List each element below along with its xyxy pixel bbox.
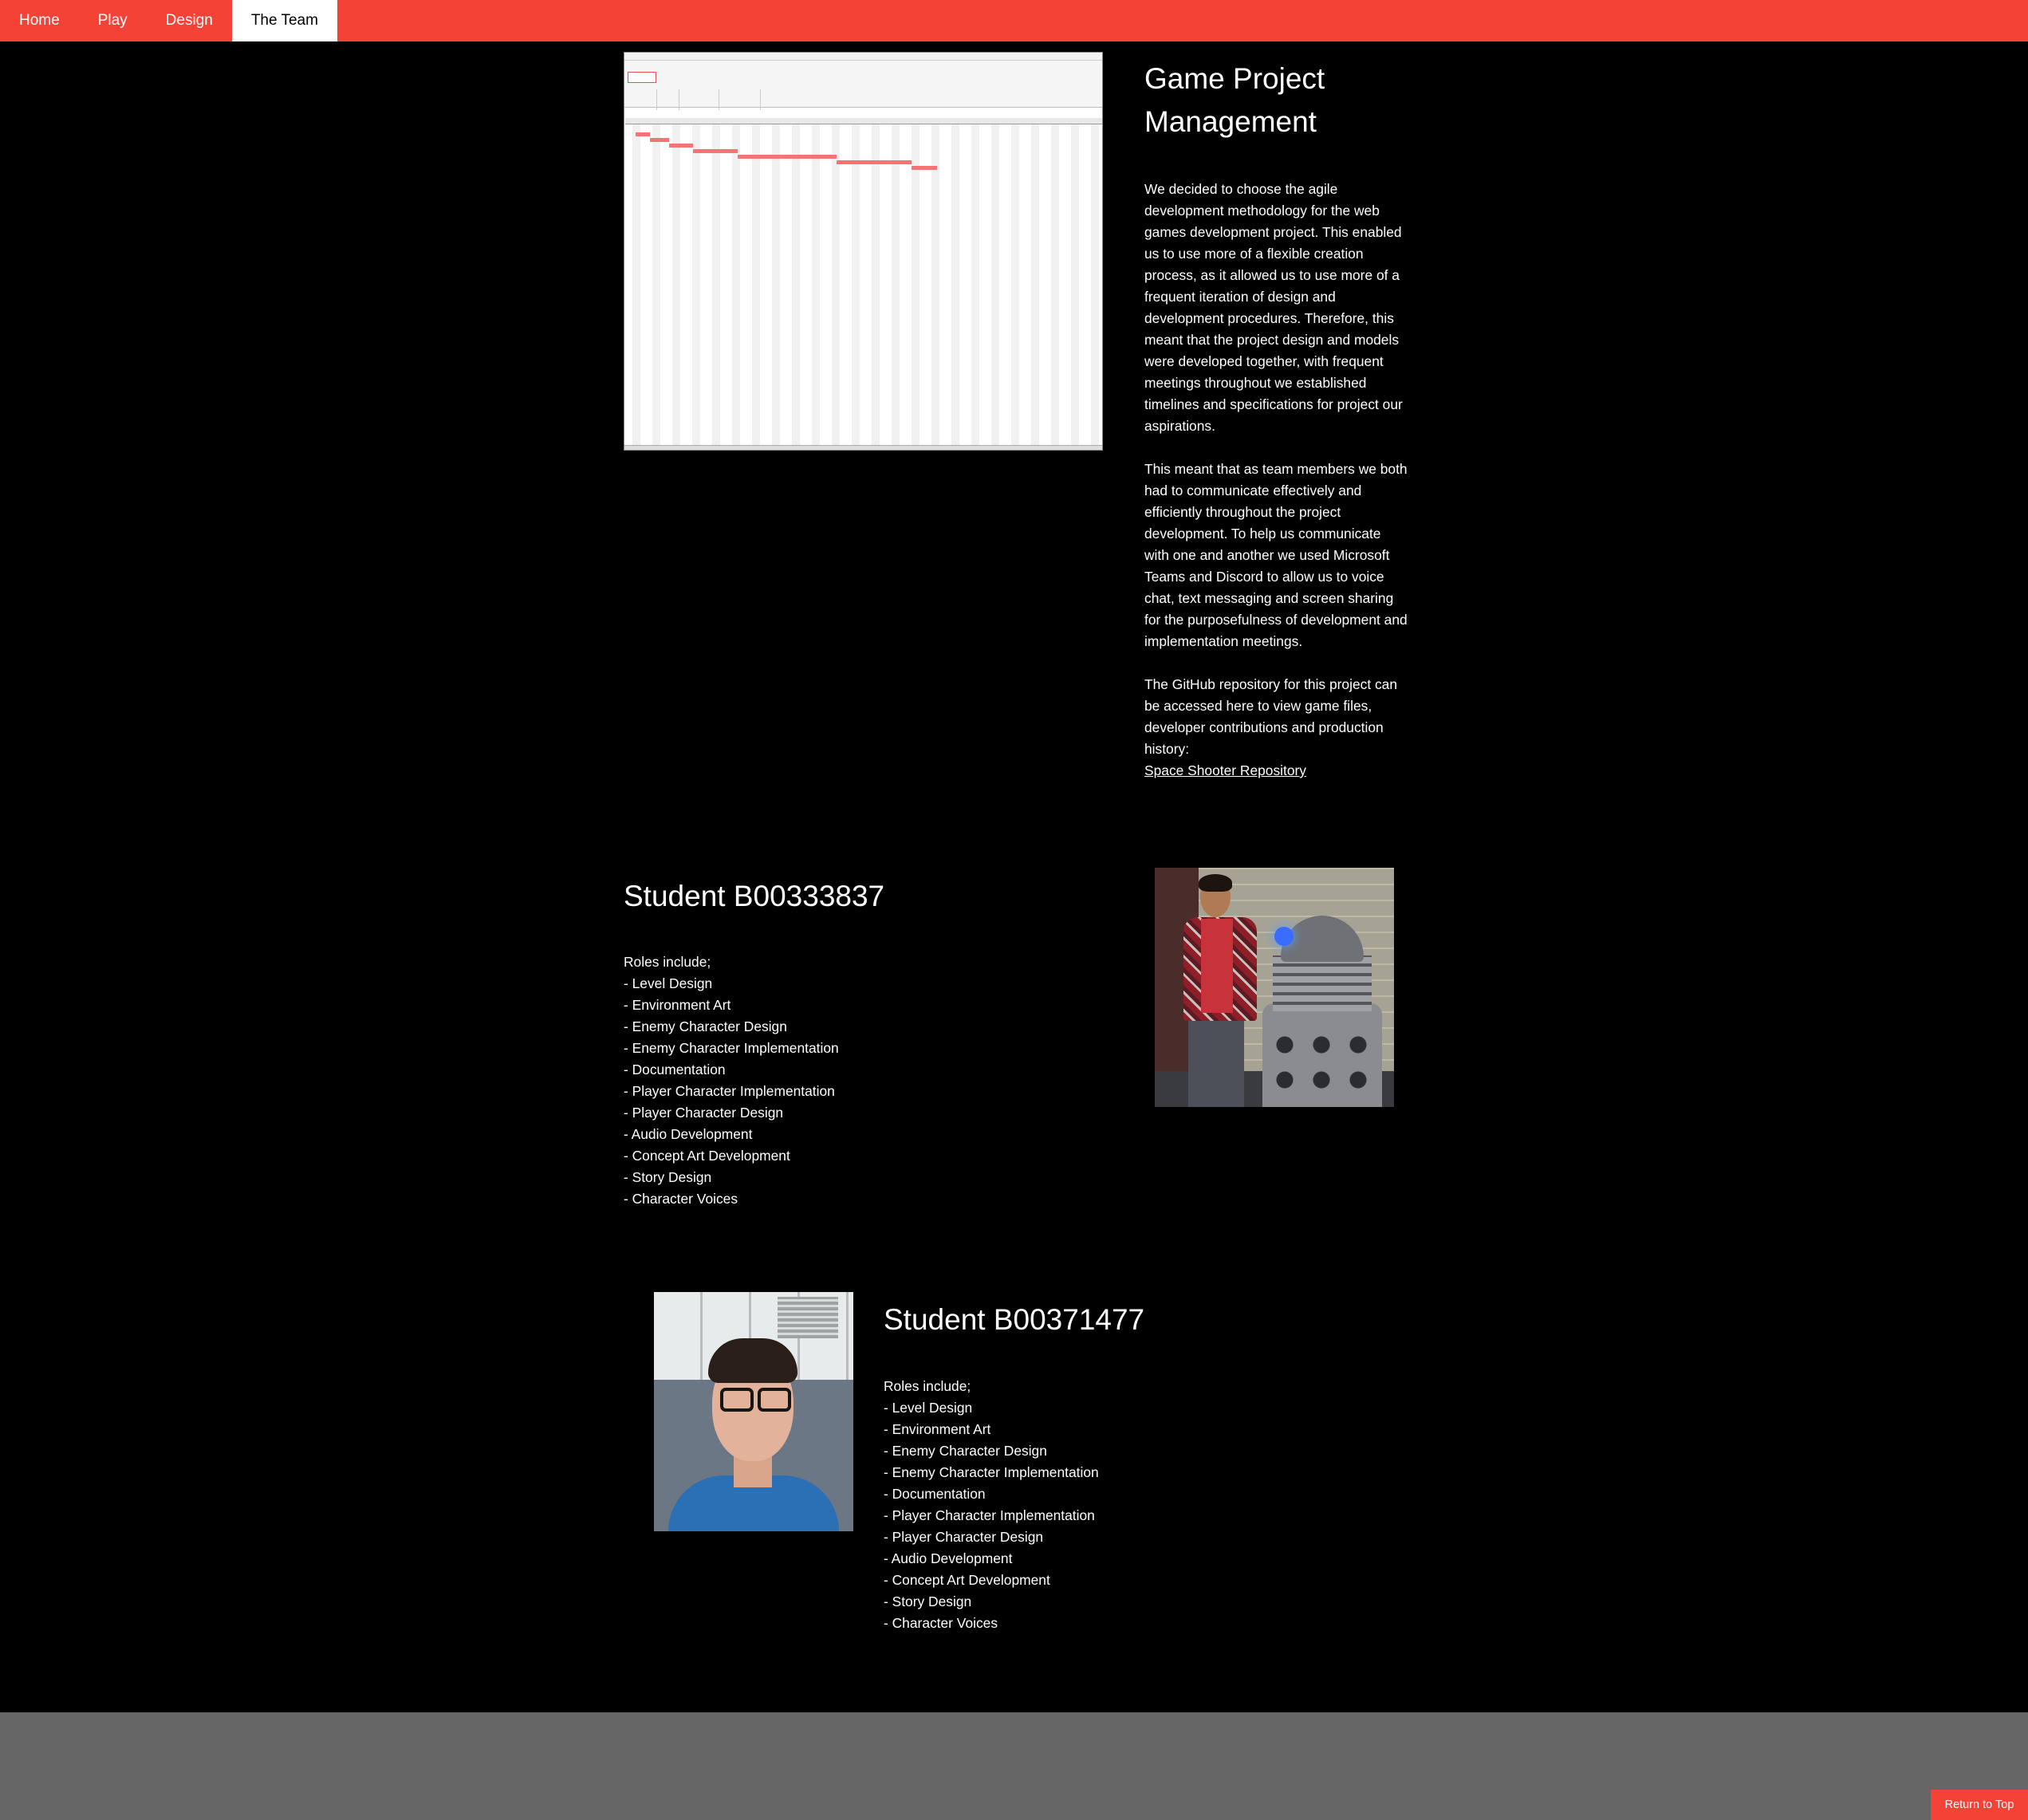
- gantt-ribbon-group: [680, 89, 719, 110]
- nav-the-team[interactable]: The Team: [231, 0, 337, 41]
- gantt-task-bar: [650, 138, 669, 142]
- role-item: - Documentation: [884, 1486, 986, 1502]
- role-item: - Enemy Character Implementation: [884, 1464, 1099, 1480]
- role-item: - Player Character Design: [884, 1529, 1044, 1545]
- role-item: - Enemy Character Design: [884, 1443, 1047, 1459]
- top-nav: Home Play Design The Team: [0, 0, 2028, 41]
- student-2-roles: Roles include; - Level Design - Environm…: [884, 1376, 1099, 1634]
- role-item: - Level Design: [884, 1400, 973, 1416]
- gantt-column: [632, 124, 640, 445]
- project-paragraph-text: The GitHub repository for this project c…: [1144, 676, 1398, 757]
- role-item: - Environment Art: [624, 997, 731, 1013]
- role-item: - Level Design: [624, 975, 713, 991]
- gantt-timeline-header: [625, 118, 1102, 124]
- gantt-column: [951, 124, 959, 445]
- repository-link[interactable]: Space Shooter Repository: [1144, 762, 1306, 778]
- gantt-column: [772, 124, 780, 445]
- gantt-task-bar: [837, 160, 912, 164]
- gantt-task-bar: [669, 144, 693, 148]
- role-item: - Enemy Character Implementation: [624, 1040, 839, 1056]
- gantt-column: [652, 124, 660, 445]
- gantt-ribbon-group: [626, 89, 657, 110]
- glasses-left-lens: [720, 1388, 754, 1412]
- role-item: - Documentation: [624, 1062, 726, 1077]
- person-hair: [1199, 874, 1232, 892]
- gantt-chart-screenshot: [624, 52, 1103, 451]
- nav-design[interactable]: Design: [147, 0, 232, 41]
- gantt-ribbon-group: [658, 89, 679, 110]
- gantt-column: [812, 124, 820, 445]
- gantt-task-bar: [636, 132, 650, 136]
- role-item: - Player Character Design: [624, 1105, 784, 1121]
- project-management-title: Game Project Management: [1144, 62, 1325, 138]
- role-item: - Audio Development: [624, 1126, 753, 1142]
- gantt-column: [832, 124, 840, 445]
- gantt-column: [752, 124, 760, 445]
- dalek-spheres: [1266, 1027, 1378, 1099]
- gantt-column: [1091, 124, 1099, 445]
- project-paragraph: We decided to choose the agile developme…: [1144, 181, 1403, 434]
- gantt-column: [892, 124, 900, 445]
- gantt-column: [872, 124, 880, 445]
- nav-home[interactable]: Home: [0, 0, 79, 41]
- dalek-midsection: [1273, 955, 1372, 1011]
- gantt-column: [1031, 124, 1039, 445]
- return-to-top-button[interactable]: Return to Top: [1931, 1790, 2028, 1820]
- role-item: - Environment Art: [884, 1421, 991, 1437]
- dalek-eye: [1274, 927, 1294, 946]
- person-legs: [1188, 1019, 1244, 1107]
- gantt-app-logo: [628, 72, 656, 83]
- role-item: - Story Design: [884, 1593, 972, 1609]
- gantt-column: [792, 124, 800, 445]
- role-item: - Story Design: [624, 1169, 712, 1185]
- photo-ceiling-vent: [778, 1297, 838, 1338]
- role-item: - Enemy Character Design: [624, 1018, 787, 1034]
- gantt-column: [1071, 124, 1079, 445]
- roles-intro: Roles include;: [624, 954, 711, 970]
- student-2-photo: [654, 1292, 853, 1531]
- gantt-ribbon: [624, 61, 1102, 110]
- gantt-column: [1051, 124, 1059, 445]
- gantt-titlebar: [624, 53, 1102, 61]
- role-item: - Concept Art Development: [624, 1148, 790, 1164]
- role-item: - Character Voices: [624, 1191, 738, 1207]
- gantt-column: [852, 124, 860, 445]
- gantt-column: [1011, 124, 1019, 445]
- gantt-task-bar: [738, 155, 837, 159]
- gantt-column: [732, 124, 740, 445]
- gantt-ribbon-group: [720, 89, 761, 110]
- roles-intro: Roles include;: [884, 1378, 971, 1394]
- role-item: - Character Voices: [884, 1615, 998, 1631]
- gantt-column: [672, 124, 680, 445]
- role-item: - Concept Art Development: [884, 1572, 1050, 1588]
- person-tshirt: [1201, 919, 1233, 1013]
- gantt-task-bar: [693, 149, 738, 153]
- project-paragraph: The GitHub repository for this project c…: [1144, 674, 1408, 782]
- gantt-column: [931, 124, 939, 445]
- gantt-column: [971, 124, 979, 445]
- project-paragraph: This meant that as team members we both …: [1144, 461, 1408, 649]
- footer: Return to Top: [0, 1712, 2028, 1820]
- glasses-right-lens: [758, 1388, 791, 1412]
- gantt-column: [692, 124, 700, 445]
- nav-play[interactable]: Play: [79, 0, 147, 41]
- role-item: - Audio Development: [884, 1550, 1013, 1566]
- gantt-scrollbar: [624, 445, 1102, 450]
- role-item: - Player Character Implementation: [624, 1083, 835, 1099]
- student-1-photo: [1155, 868, 1394, 1107]
- gantt-column: [991, 124, 999, 445]
- role-item: - Player Character Implementation: [884, 1507, 1095, 1523]
- gantt-task-bar: [912, 166, 937, 170]
- person-hair: [708, 1338, 797, 1383]
- gantt-column: [912, 124, 919, 445]
- student-1-roles: Roles include; - Level Design - Environm…: [624, 951, 839, 1210]
- student-2-title: Student B00371477: [884, 1303, 1145, 1336]
- project-management-text: We decided to choose the agile developme…: [1144, 179, 1408, 782]
- student-1-title: Student B00333837: [624, 880, 885, 912]
- gantt-grid: [624, 124, 1102, 445]
- gantt-column: [712, 124, 720, 445]
